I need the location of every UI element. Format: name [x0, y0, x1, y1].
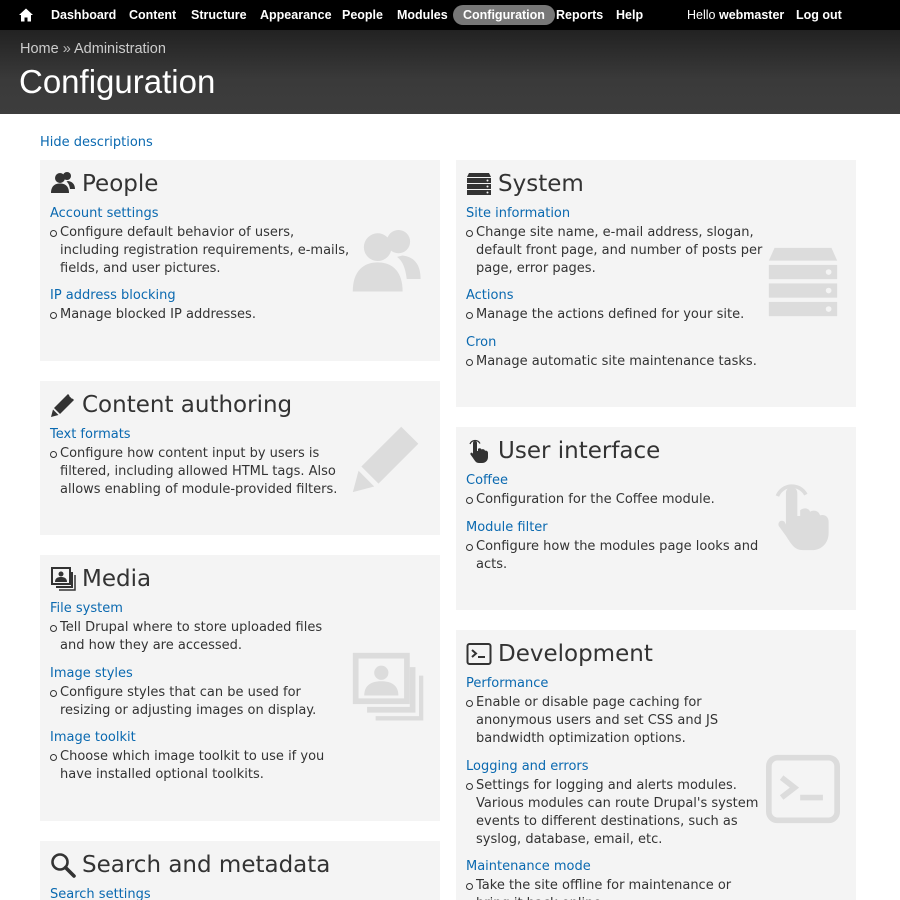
panel-heading: Media: [82, 566, 152, 592]
panel-content-authoring: Content authoring Text formats Configure…: [40, 381, 440, 535]
config-entry: Image styles Configure styles that can b…: [50, 665, 350, 720]
panel-heading: Development: [498, 641, 653, 667]
search-icon: [51, 853, 76, 878]
home-icon[interactable]: [18, 7, 34, 23]
panel-people: People Account settings Configure defaul…: [40, 160, 440, 361]
panel-system: System Site information Change site name…: [456, 160, 856, 407]
page-header: Home » Administration Configuration: [0, 30, 900, 114]
entry-description: Configuration for the Coffee module.: [466, 491, 766, 509]
module-filter-link[interactable]: Module filter: [466, 519, 766, 537]
entry-description: Configure how content input by users is …: [50, 445, 350, 499]
toolbar-item-help[interactable]: Help: [616, 0, 643, 30]
config-entry: Account settings Configure default behav…: [50, 205, 350, 278]
pointer-hand-icon: [469, 439, 488, 463]
terminal-icon: [466, 643, 492, 665]
entry-description: Manage the actions defined for your site…: [466, 306, 766, 324]
logout-link[interactable]: Log out: [796, 0, 842, 30]
toolbar-item-content[interactable]: Content: [129, 0, 176, 30]
config-entry: Search settings: [50, 886, 350, 900]
logging-and-errors-link[interactable]: Logging and errors: [466, 758, 766, 776]
breadcrumb-administration[interactable]: Administration: [74, 41, 166, 57]
people-icon: [51, 172, 75, 193]
hide-descriptions-link[interactable]: Hide descriptions: [40, 135, 153, 150]
coffee-link[interactable]: Coffee: [466, 472, 766, 490]
config-entry: Cron Manage automatic site maintenance t…: [466, 334, 766, 371]
config-entry: Text formats Configure how content input…: [50, 426, 350, 499]
entry-description: Configure how the modules page looks and…: [466, 538, 766, 574]
images-icon: [352, 652, 424, 721]
breadcrumb-separator: »: [58, 41, 75, 57]
people-icon: [352, 229, 421, 292]
page-title: Configuration: [19, 63, 216, 100]
panel-heading: System: [498, 171, 584, 197]
config-entry: File system Tell Drupal where to store u…: [50, 600, 350, 655]
config-entry: IP address blocking Manage blocked IP ad…: [50, 287, 350, 324]
toolbar-item-configuration[interactable]: Configuration: [453, 5, 555, 25]
breadcrumb: Home » Administration: [20, 41, 166, 57]
performance-link[interactable]: Performance: [466, 675, 766, 693]
maintenance-mode-link[interactable]: Maintenance mode: [466, 858, 766, 876]
cron-link[interactable]: Cron: [466, 334, 766, 352]
entry-description: Manage blocked IP addresses.: [50, 306, 350, 324]
entry-description: Tell Drupal where to store uploaded file…: [50, 619, 350, 655]
panel-search-metadata: Search and metadata Search settings: [40, 841, 440, 900]
entry-description: Configure styles that can be used for re…: [50, 684, 350, 720]
config-entry: Image toolkit Choose which image toolkit…: [50, 729, 350, 784]
config-entry: Coffee Configuration for the Coffee modu…: [466, 472, 766, 509]
config-entry: Performance Enable or disable page cachi…: [466, 675, 766, 748]
server-icon: [768, 247, 838, 317]
config-entry: Site information Change site name, e-mai…: [466, 205, 766, 278]
panel-heading: Search and metadata: [82, 852, 331, 878]
toolbar-item-dashboard[interactable]: Dashboard: [51, 0, 116, 30]
username[interactable]: webmaster: [719, 8, 784, 22]
user-greeting: Hello webmaster: [687, 8, 785, 22]
toolbar-item-reports[interactable]: Reports: [556, 0, 603, 30]
panel-heading: User interface: [498, 438, 661, 464]
image-toolkit-link[interactable]: Image toolkit: [50, 729, 350, 747]
account-settings-link[interactable]: Account settings: [50, 205, 350, 223]
pointer-hand-icon: [775, 484, 829, 551]
toolbar-item-structure[interactable]: Structure: [191, 0, 247, 30]
pencil-icon: [51, 394, 74, 417]
config-entry: Actions Manage the actions defined for y…: [466, 287, 766, 324]
text-formats-link[interactable]: Text formats: [50, 426, 350, 444]
site-information-link[interactable]: Site information: [466, 205, 766, 223]
panel-user-interface: User interface Coffee Configuration for …: [456, 427, 856, 610]
toolbar-item-people[interactable]: People: [342, 0, 383, 30]
config-entry: Module filter Configure how the modules …: [466, 519, 766, 574]
toolbar-item-appearance[interactable]: Appearance: [260, 0, 332, 30]
entry-description: Change site name, e-mail address, slogan…: [466, 224, 766, 278]
panel-heading: People: [82, 171, 159, 197]
admin-toolbar: Dashboard Content Structure Appearance P…: [0, 0, 900, 30]
panel-heading: Content authoring: [82, 392, 293, 418]
entry-description: Configure default behavior of users, inc…: [50, 224, 350, 278]
entry-description: Settings for logging and alerts modules.…: [466, 777, 766, 849]
entry-description: Choose which image toolkit to use if you…: [50, 748, 350, 784]
entry-description: Enable or disable page caching for anony…: [466, 694, 766, 748]
search-settings-link[interactable]: Search settings: [50, 886, 350, 900]
actions-link[interactable]: Actions: [466, 287, 766, 305]
ip-address-blocking-link[interactable]: IP address blocking: [50, 287, 350, 305]
config-entry: Maintenance mode Take the site offline f…: [466, 858, 766, 900]
panel-media: Media File system Tell Drupal where to s…: [40, 555, 440, 821]
terminal-icon: [766, 754, 840, 824]
panel-development: Development Performance Enable or disabl…: [456, 630, 856, 900]
entry-description: Manage automatic site maintenance tasks.: [466, 353, 766, 371]
image-styles-link[interactable]: Image styles: [50, 665, 350, 683]
entry-description: Take the site offline for maintenance or…: [466, 877, 766, 900]
server-icon: [467, 173, 491, 195]
file-system-link[interactable]: File system: [50, 600, 350, 618]
images-icon: [51, 567, 76, 591]
config-entry: Logging and errors Settings for logging …: [466, 758, 766, 849]
pencil-icon: [352, 426, 419, 493]
toolbar-item-modules[interactable]: Modules: [397, 0, 448, 30]
breadcrumb-home[interactable]: Home: [20, 41, 59, 57]
